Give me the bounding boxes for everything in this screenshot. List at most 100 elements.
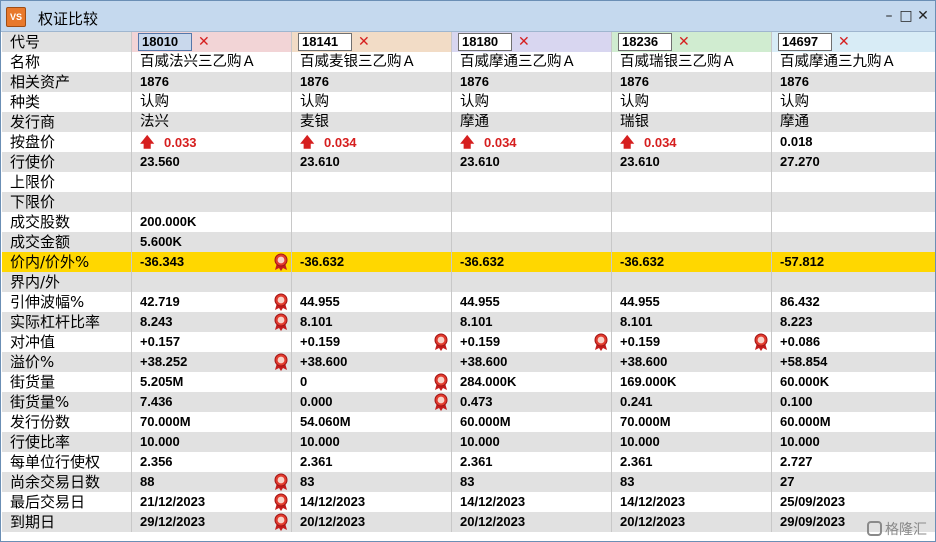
table-row: 成交金额 5.600K xyxy=(2,232,935,252)
row-label: 街货量% xyxy=(2,392,132,412)
remove-icon[interactable]: ✕ xyxy=(358,32,370,52)
cell-value: 60.000M xyxy=(460,414,511,429)
price-value: 0.033 xyxy=(164,135,197,150)
cell-value: 25/09/2023 xyxy=(780,494,846,509)
cell-value: 1876 xyxy=(620,74,649,89)
remove-icon[interactable]: ✕ xyxy=(518,32,530,52)
cell-value: +38.600 xyxy=(300,354,348,369)
value-cell: 百威摩通三乙购Ａ xyxy=(452,52,612,72)
row-label: 名称 xyxy=(2,52,132,72)
best-medal-icon xyxy=(273,473,289,491)
value-cell: 20/12/2023 xyxy=(292,512,452,532)
window-title: 权证比较 xyxy=(38,10,99,28)
table-row: 名称 百威法兴三乙购Ａ 百威麦银三乙购Ａ 百威摩通三乙购Ａ 百威瑞银三乙购Ａ 百威摩通三九… xyxy=(2,52,935,72)
value-cell xyxy=(772,232,935,252)
value-cell: +58.854 xyxy=(772,352,935,372)
price-value: 0.034 xyxy=(644,135,677,150)
value-cell: +0.159 xyxy=(292,332,452,352)
cell-value: 83 xyxy=(620,474,635,489)
row-label: 溢价% xyxy=(2,352,132,372)
table-row: 行使比率 10.000 10.000 10.000 10.000 10.000 xyxy=(2,432,935,452)
cell-value: 摩通 xyxy=(460,114,489,130)
code-cell: 18180 ✕ xyxy=(452,32,612,52)
close-icon[interactable]: ✕ xyxy=(913,6,933,26)
price-value: 0.034 xyxy=(324,135,357,150)
value-cell: 🡅 0.034 xyxy=(452,132,612,152)
cell-value: -36.343 xyxy=(140,254,185,269)
remove-icon[interactable]: ✕ xyxy=(198,32,210,52)
code-input[interactable]: 18010 xyxy=(138,33,192,51)
cell-value: -36.632 xyxy=(620,254,665,269)
cell-value: 0.100 xyxy=(780,394,813,409)
value-cell: 44.955 xyxy=(292,292,452,312)
value-cell xyxy=(132,272,292,292)
remove-icon[interactable]: ✕ xyxy=(838,32,850,52)
value-cell: 10.000 xyxy=(132,432,292,452)
cell-value: 70.000M xyxy=(140,414,191,429)
cell-value: 8.243 xyxy=(140,314,173,329)
value-cell: 麦银 xyxy=(292,112,452,132)
cell-value: 23.610 xyxy=(620,154,660,169)
table-row: 到期日 29/12/2023 20/12/2023 20/12/2023 20/12/2… xyxy=(2,512,935,532)
value-cell: 83 xyxy=(452,472,612,492)
cell-value: 88 xyxy=(140,474,155,489)
title-bar: VS 权证比较 – □ ✕ xyxy=(1,1,935,32)
cell-value: +58.854 xyxy=(780,354,828,369)
value-cell: 0.000 xyxy=(292,392,452,412)
value-cell: 23.560 xyxy=(132,152,292,172)
value-cell: -36.632 xyxy=(292,252,452,272)
value-cell: 瑞银 xyxy=(612,112,772,132)
value-cell: 27.270 xyxy=(772,152,935,172)
cell-value: 麦银 xyxy=(300,114,329,130)
value-cell xyxy=(452,172,612,192)
price-value: 0.034 xyxy=(484,135,517,150)
row-label: 最后交易日 xyxy=(2,492,132,512)
value-cell: +38.600 xyxy=(452,352,612,372)
value-cell: 70.000M xyxy=(612,412,772,432)
cell-value: 27.270 xyxy=(780,154,820,169)
cell-value: 百威摩通三乙购Ａ xyxy=(460,54,576,70)
value-cell: +38.252 xyxy=(132,352,292,372)
cell-value: -57.812 xyxy=(780,254,825,269)
value-cell: 认购 xyxy=(452,92,612,112)
cell-value: 摩通 xyxy=(780,114,809,130)
value-cell: 284.000K xyxy=(452,372,612,392)
value-cell: +0.086 xyxy=(772,332,935,352)
value-cell: +0.157 xyxy=(132,332,292,352)
cell-value: 认购 xyxy=(620,94,649,110)
cell-value: 百威法兴三乙购Ａ xyxy=(140,54,256,70)
value-cell: 百威麦银三乙购Ａ xyxy=(292,52,452,72)
value-cell xyxy=(292,212,452,232)
row-label: 行使价 xyxy=(2,152,132,172)
cell-value: 284.000K xyxy=(460,374,517,389)
code-input[interactable]: 14697 xyxy=(778,33,832,51)
row-label: 上限价 xyxy=(2,172,132,192)
value-cell: 10.000 xyxy=(452,432,612,452)
row-label: 价内/价外% xyxy=(2,252,132,272)
row-label: 实际杠杆比率 xyxy=(2,312,132,332)
value-cell: 42.719 xyxy=(132,292,292,312)
value-cell: 25/09/2023 xyxy=(772,492,935,512)
table-row: 成交股数 200.000K xyxy=(2,212,935,232)
remove-icon[interactable]: ✕ xyxy=(678,32,690,52)
code-input[interactable]: 18141 xyxy=(298,33,352,51)
table-row: 行使价 23.560 23.610 23.610 23.610 27.270 xyxy=(2,152,935,172)
value-cell: -36.632 xyxy=(612,252,772,272)
value-cell: 60.000M xyxy=(772,412,935,432)
cell-value: 认购 xyxy=(300,94,329,110)
cell-value: 14/12/2023 xyxy=(620,494,686,509)
value-cell: 8.101 xyxy=(452,312,612,332)
cell-value: 27 xyxy=(780,474,795,489)
value-cell: 认购 xyxy=(132,92,292,112)
cell-value: 1876 xyxy=(140,74,169,89)
cell-value: 44.955 xyxy=(460,294,500,309)
code-input[interactable]: 18180 xyxy=(458,33,512,51)
table-row: 街货量 5.205M 0 284.000K 169.000K 60.000K xyxy=(2,372,935,392)
value-cell: 2.356 xyxy=(132,452,292,472)
code-cell: 18141 ✕ xyxy=(292,32,452,52)
cell-value: 20/12/2023 xyxy=(620,514,686,529)
best-medal-icon xyxy=(273,313,289,331)
cell-value: 百威麦银三乙购Ａ xyxy=(300,54,416,70)
code-input[interactable]: 18236 xyxy=(618,33,672,51)
value-cell: 14/12/2023 xyxy=(292,492,452,512)
